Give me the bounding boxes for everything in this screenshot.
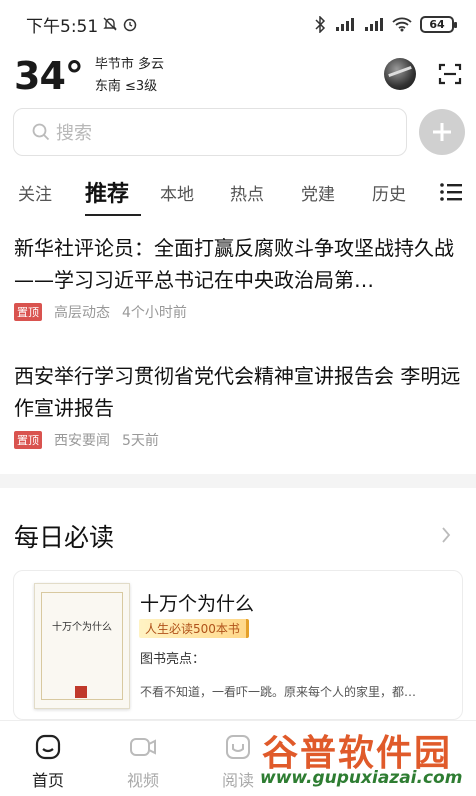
channel-tabs: 关注 推荐 本地 热点 党建 历史 — [0, 168, 476, 216]
status-bar: 下午5:51 64 — [0, 0, 476, 48]
article-source: 西安要闻 — [54, 433, 110, 449]
scan-icon[interactable] — [438, 62, 462, 86]
status-right: 64 — [314, 15, 457, 33]
add-button[interactable] — [419, 109, 465, 155]
active-tab-indicator — [85, 214, 141, 216]
wifi-icon — [392, 17, 412, 32]
tab-recommended[interactable]: 推荐 — [85, 176, 129, 208]
cover-frame — [41, 592, 123, 700]
search-input[interactable]: 搜索 — [13, 108, 407, 156]
video-icon — [130, 738, 156, 756]
avatar[interactable] — [384, 58, 416, 90]
temperature: 34° — [14, 54, 84, 98]
chevron-right-icon[interactable] — [441, 526, 451, 544]
weather-info: 毕节市 多云 东南 ≤3级 — [95, 54, 164, 98]
tab-party[interactable]: 党建 — [301, 180, 335, 205]
weather-widget[interactable]: 34° 毕节市 多云 东南 ≤3级 — [14, 54, 164, 98]
article-title: 西安举行学习贯彻省党代会精神宣讲报告会 李明远作宣讲报告 — [14, 364, 461, 420]
book-cover: 十万个为什么 — [34, 583, 130, 709]
status-time: 下午5:51 — [26, 16, 99, 37]
book-badge: 人生必读500本书 — [139, 619, 249, 638]
search-placeholder: 搜索 — [56, 123, 92, 144]
book-highlight-label: 图书亮点： — [140, 652, 206, 667]
watermark: 谷普软件园 www.gupuxiazai.com — [258, 722, 470, 794]
watermark-url: www.gupuxiazai.com — [260, 768, 463, 788]
nav-video-label: 视频 — [126, 771, 159, 790]
tab-local[interactable]: 本地 — [160, 180, 194, 205]
signal-icon — [365, 18, 383, 31]
article-source: 高层动态 — [54, 305, 110, 321]
alarm-icon — [123, 18, 137, 32]
mute-bell-icon — [103, 17, 117, 31]
article-time: 5天前 — [122, 433, 159, 449]
article-meta: 置顶 高层动态 4个小时前 — [14, 302, 462, 322]
pinned-tag: 置顶 — [14, 303, 42, 321]
tab-hot[interactable]: 热点 — [230, 180, 264, 205]
reading-icon — [226, 735, 250, 759]
article-time: 4个小时前 — [122, 305, 187, 321]
pinned-tag: 置顶 — [14, 431, 42, 449]
status-left: 下午5:51 — [26, 12, 138, 37]
daily-reading-title: 每日必读 — [14, 523, 115, 552]
cover-title: 十万个为什么 — [52, 622, 112, 633]
tab-follow[interactable]: 关注 — [18, 180, 52, 205]
cover-seal — [75, 686, 87, 698]
book-title: 十万个为什么 — [140, 593, 255, 615]
nav-home-label: 首页 — [31, 771, 64, 790]
section-divider — [0, 474, 476, 488]
search-icon — [32, 123, 50, 141]
wind-info: 东南 ≤3级 — [94, 79, 158, 94]
signal-hd-icon — [336, 18, 354, 31]
article-title: 新华社评论员：全面打赢反腐败斗争攻坚战持久战——学习习近平总书记在中央政治局第… — [14, 236, 454, 292]
plus-icon — [433, 123, 451, 141]
book-description: 不看不知道，一看吓一跳。原来每个人的家里，都… — [140, 685, 417, 699]
book-card[interactable]: 十万个为什么 十万个为什么 人生必读500本书 图书亮点： 不看不知道，一看吓一… — [13, 570, 463, 720]
article-meta: 置顶 西安要闻 5天前 — [14, 430, 462, 450]
tab-history[interactable]: 历史 — [372, 180, 406, 205]
bluetooth-icon — [315, 15, 326, 33]
nav-video[interactable]: 视频 — [103, 721, 183, 796]
channel-menu-icon[interactable] — [440, 182, 462, 202]
article-item[interactable]: 新华社评论员：全面打赢反腐败斗争攻坚战持久战——学习习近平总书记在中央政治局第…… — [14, 232, 462, 322]
battery-indicator: 64 — [420, 15, 457, 33]
home-icon — [35, 734, 61, 760]
nav-home[interactable]: 首页 — [8, 721, 88, 796]
article-item[interactable]: 西安举行学习贯彻省党代会精神宣讲报告会 李明远作宣讲报告 置顶 西安要闻 5天前 — [14, 360, 462, 450]
city-condition: 毕节市 多云 — [94, 57, 165, 72]
